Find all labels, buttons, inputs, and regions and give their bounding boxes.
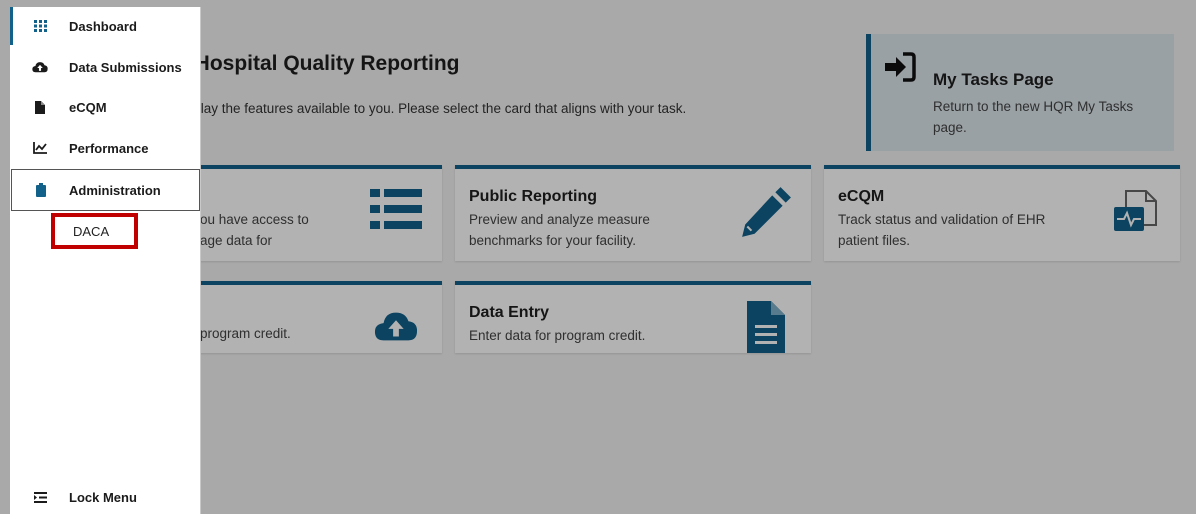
document-icon — [32, 99, 48, 115]
sidebar-item-dashboard[interactable]: Dashboard — [10, 7, 201, 45]
sidebar-item-label: Dashboard — [69, 18, 137, 34]
sidebar-item-performance[interactable]: Performance — [10, 129, 201, 167]
sidebar-subitem-daca[interactable]: DACA — [51, 213, 138, 249]
lock-menu-label: Lock Menu — [69, 489, 137, 505]
clipboard-icon — [33, 182, 49, 198]
sidebar-item-ecqm[interactable]: eCQM — [10, 88, 201, 126]
cloud-upload-icon — [32, 59, 48, 75]
sidebar-item-label: Data Submissions — [69, 59, 182, 75]
sidebar-item-data-submissions[interactable]: Data Submissions — [10, 48, 201, 86]
menu-collapse-icon — [32, 489, 48, 505]
lock-menu-button[interactable]: Lock Menu — [10, 479, 201, 514]
chart-icon — [32, 140, 48, 156]
sidebar-menu: Dashboard Data Submissions eCQM Performa… — [10, 7, 201, 514]
grid-icon — [32, 18, 48, 34]
sidebar-item-label: eCQM — [69, 99, 107, 115]
sidebar-item-label: Administration — [69, 182, 161, 198]
sidebar-item-administration[interactable]: Administration — [11, 169, 200, 211]
sidebar-item-label: Performance — [69, 140, 149, 156]
